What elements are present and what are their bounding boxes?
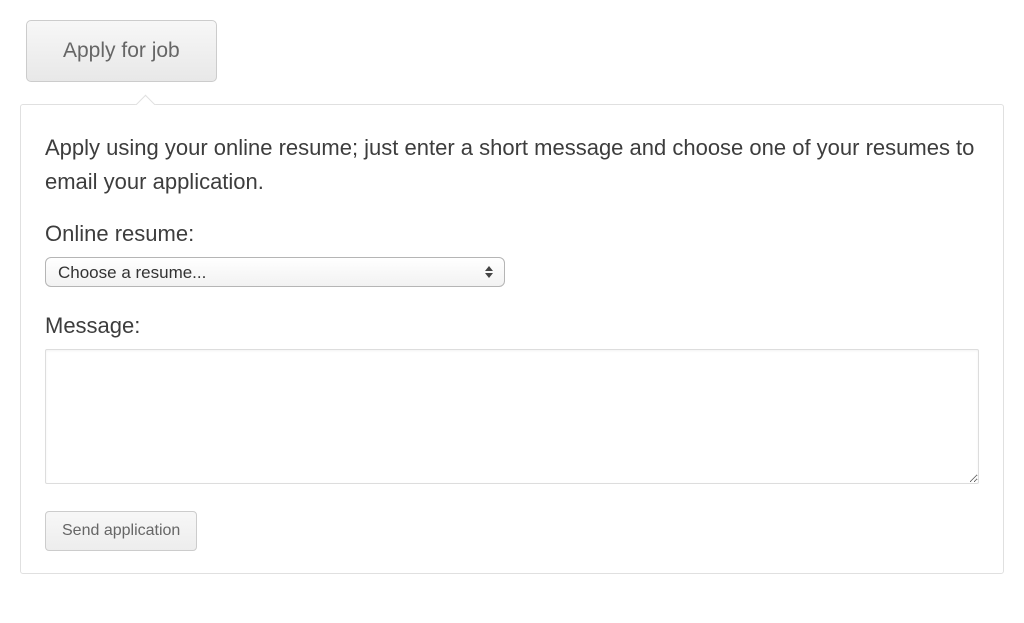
send-application-button[interactable]: Send application <box>45 511 197 551</box>
message-textarea[interactable] <box>45 349 979 484</box>
online-resume-label: Online resume: <box>45 221 979 247</box>
apply-panel: Apply using your online resume; just ent… <box>20 104 1004 574</box>
apply-for-job-button[interactable]: Apply for job <box>26 20 217 82</box>
resume-select-wrap: Choose a resume... <box>45 257 505 287</box>
message-textarea-wrap <box>45 349 979 489</box>
resume-select[interactable]: Choose a resume... <box>45 257 505 287</box>
intro-text: Apply using your online resume; just ent… <box>45 131 979 199</box>
panel-pointer-arrow <box>133 93 157 105</box>
message-label: Message: <box>45 313 979 339</box>
